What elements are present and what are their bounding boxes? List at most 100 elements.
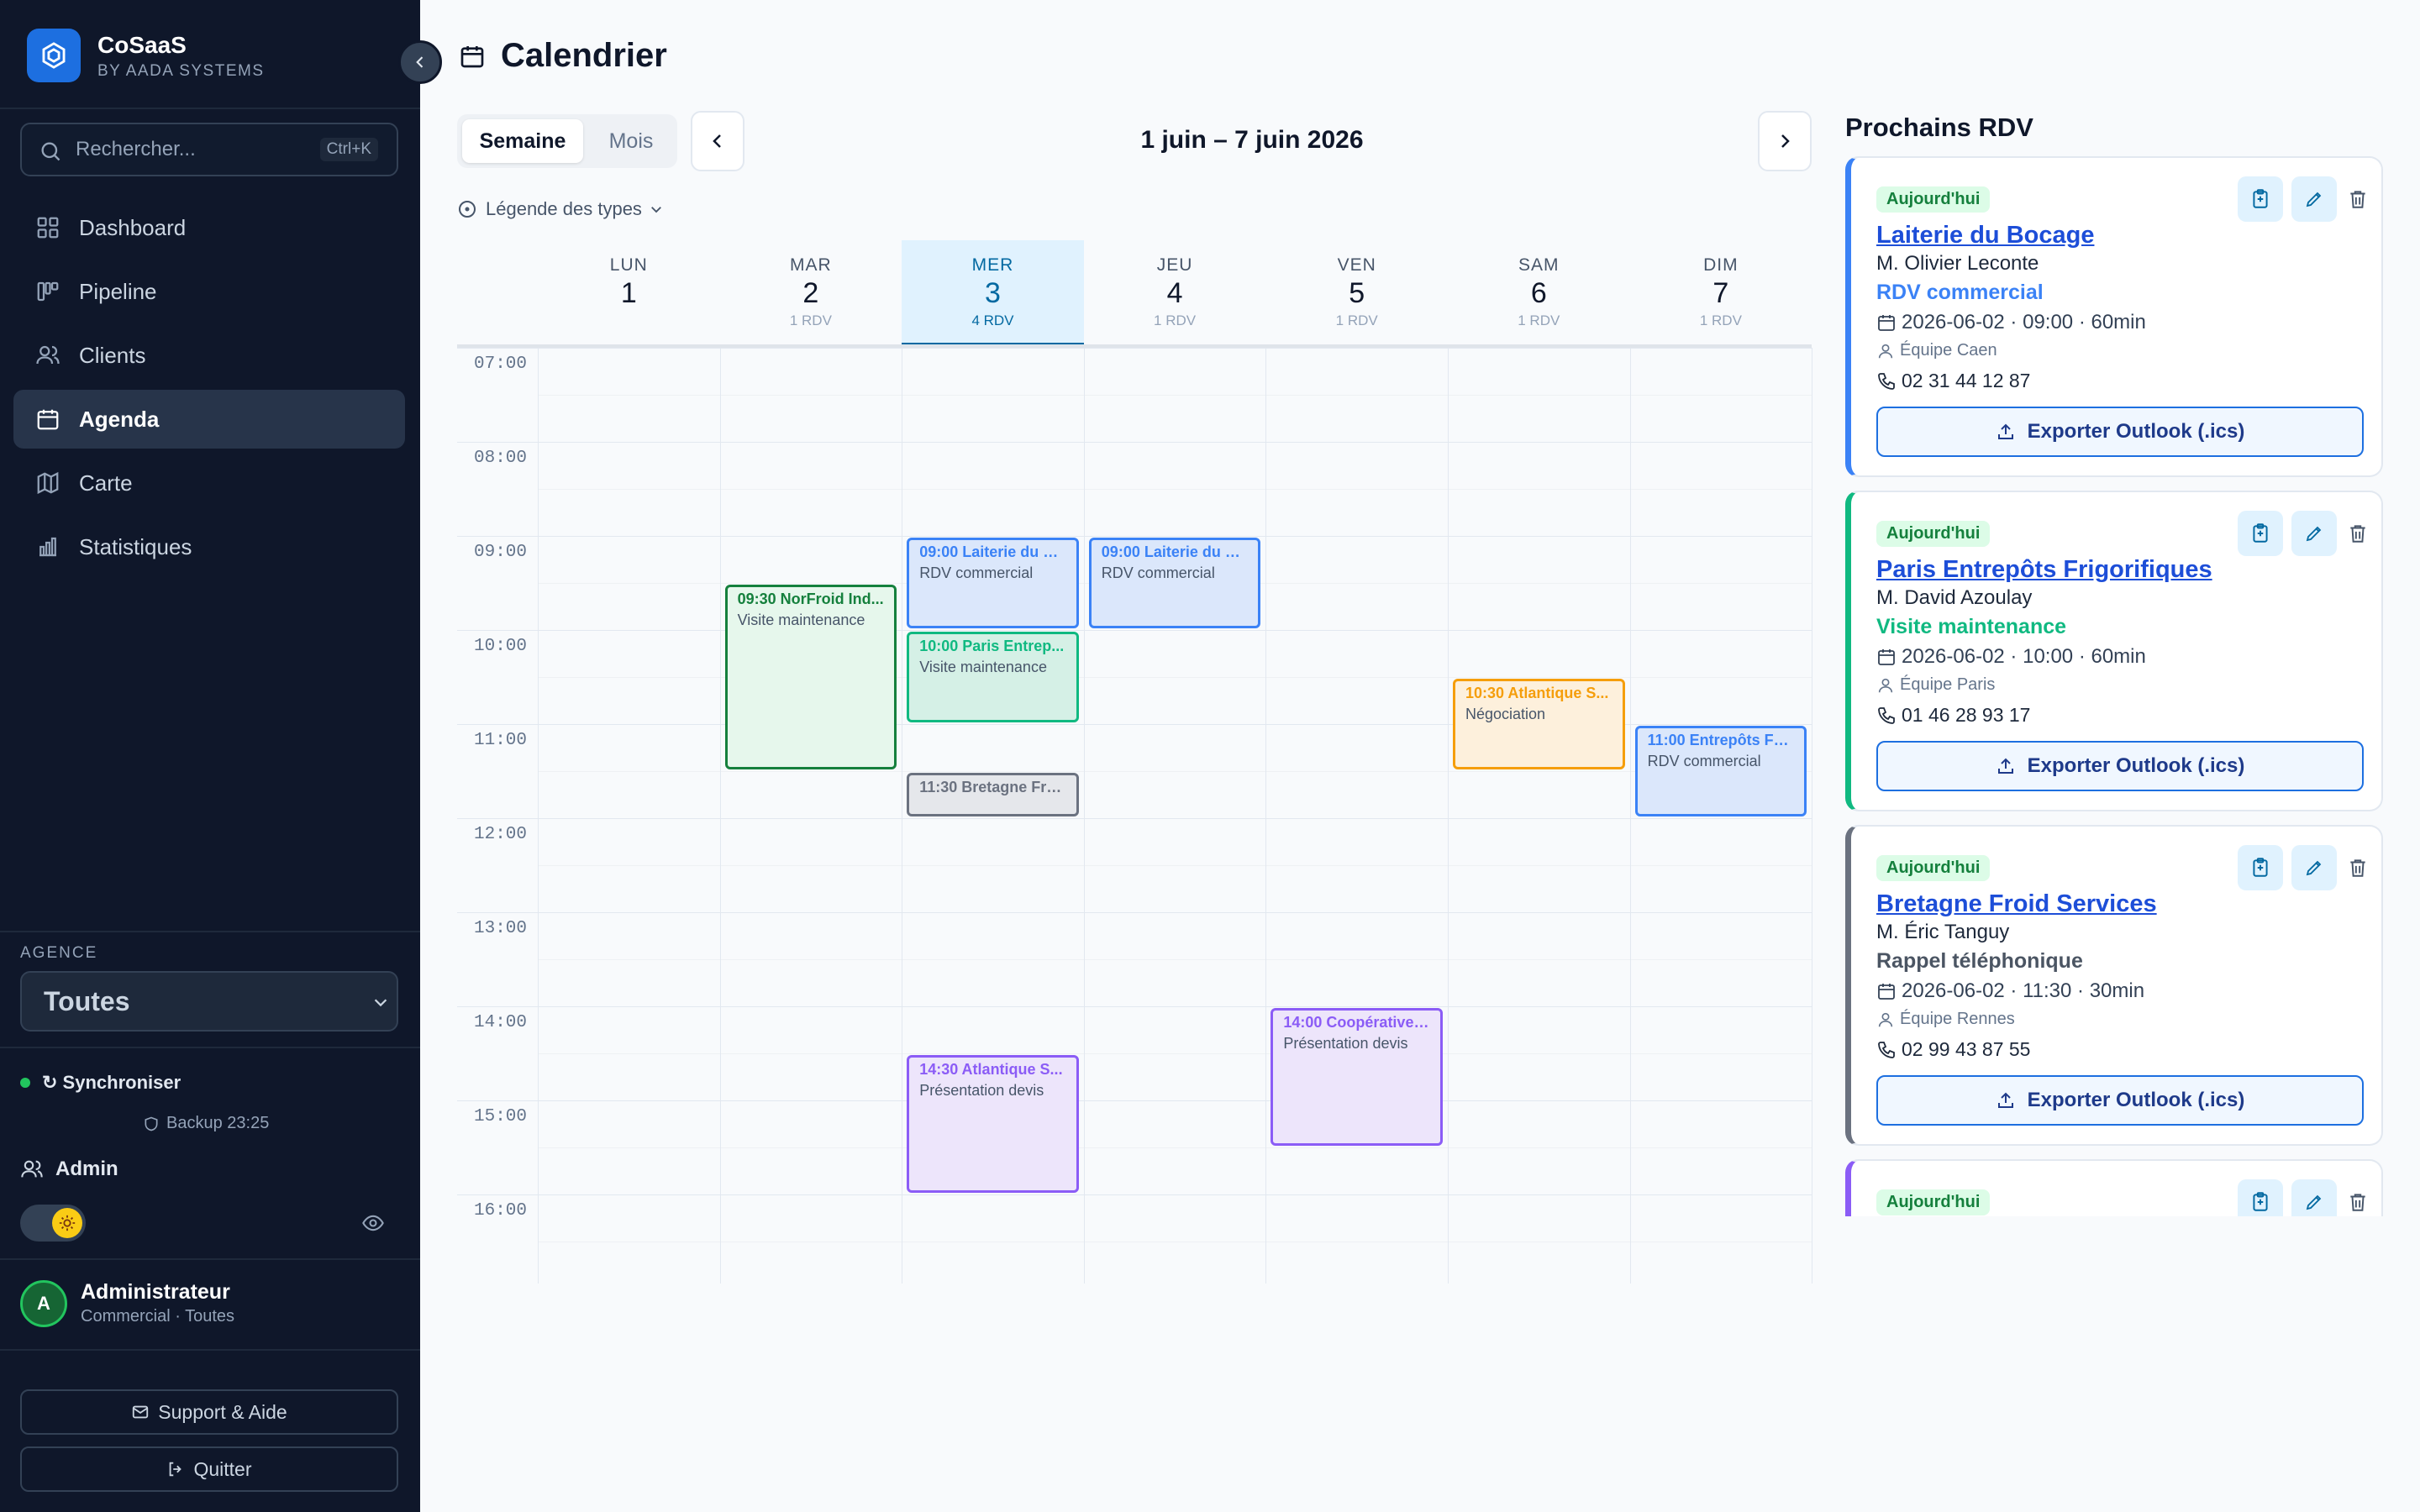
calendar-icon [1878, 984, 1895, 1000]
day-column-line [1629, 348, 1631, 1284]
edit-button[interactable] [2291, 176, 2337, 222]
client-name-link[interactable]: Bretagne Froid Services [1876, 890, 2157, 918]
phone-text: 01 46 28 93 17 [1902, 704, 2031, 726]
copy-button[interactable] [2238, 1179, 2283, 1216]
upload-icon [1997, 1092, 2013, 1108]
client-name-link[interactable]: Paris Entrepôts Frigorifiques [1876, 556, 2212, 584]
brand-subtitle: BY AADA SYSTEMS [97, 62, 265, 80]
legend-toggle[interactable]: Légende des types [457, 198, 664, 220]
calendar-event[interactable]: 10:30 Atlantique S... Négociation [1453, 679, 1625, 769]
day-header[interactable]: DIM 7 1 RDV [1630, 240, 1812, 346]
edit-button[interactable] [2291, 845, 2337, 890]
day-header[interactable]: LUN 1 [538, 240, 720, 346]
day-header[interactable]: VEN 5 1 RDV [1265, 240, 1448, 346]
half-hour-line [538, 959, 1812, 960]
calendar-event[interactable]: 09:30 NorFroid Ind... Visite maintenance [724, 585, 897, 769]
sync-button[interactable]: ↻ Synchroniser [20, 1072, 181, 1094]
mail-icon [133, 1405, 149, 1419]
phone-text: 02 31 44 12 87 [1902, 370, 2031, 391]
eye-icon[interactable] [360, 1211, 387, 1235]
calendar-event[interactable]: 09:00 Laiterie du B... RDV commercial [1088, 538, 1261, 628]
nav-item-pipeline[interactable]: Pipeline [13, 262, 405, 321]
day-count: 4 RDV [971, 312, 1014, 328]
copy-button[interactable] [2238, 511, 2283, 556]
search-box[interactable]: Ctrl+K [20, 123, 398, 176]
hour-label: 13:00 [474, 919, 528, 938]
quit-button[interactable]: Quitter [20, 1446, 398, 1492]
delete-button[interactable] [2345, 187, 2370, 211]
map-icon [37, 471, 59, 495]
chevron-down-icon [651, 207, 661, 213]
hour-label: 12:00 [474, 825, 528, 844]
dashboard-icon [37, 217, 59, 239]
calendar-event[interactable]: 11:30 Bretagne Froi... [907, 773, 1079, 816]
calendar-event[interactable]: 14:30 Atlantique S... Présentation devis [907, 1055, 1079, 1193]
appointment-team: Équipe Rennes [1876, 1010, 2015, 1029]
delete-button[interactable] [2345, 522, 2370, 545]
appointment-card[interactable]: Aujourd'huiExporter Outlook (.ics) [1845, 1159, 2383, 1216]
theme-toggle[interactable] [20, 1205, 86, 1242]
shield-icon [145, 1116, 158, 1131]
copy-button[interactable] [2238, 845, 2283, 890]
day-number: 1 [620, 277, 637, 309]
calendar-icon [460, 45, 484, 67]
search-input[interactable] [76, 124, 286, 175]
chart-icon [39, 537, 56, 557]
date-range: 1 juin – 7 juin 2026 [1140, 126, 1364, 154]
client-name-link[interactable]: Laiterie du Bocage [1876, 222, 2094, 249]
appointment-card[interactable]: Aujourd'hui Bretagne Froid Services M. Éri… [1845, 825, 2383, 1146]
hour-label: 07:00 [474, 354, 528, 374]
collapse-sidebar-button[interactable] [398, 40, 442, 84]
day-name: JEU [1156, 255, 1193, 275]
day-header[interactable]: SAM 6 1 RDV [1448, 240, 1630, 346]
users-icon [21, 1160, 43, 1178]
nav-item-agenda[interactable]: Agenda [13, 390, 405, 449]
view-week-button[interactable]: Semaine [462, 119, 583, 163]
team-text: Équipe Rennes [1900, 1010, 2015, 1028]
sidebar: CoSaaS BY AADA SYSTEMS Ctrl+K Dashboard … [0, 0, 442, 1512]
quit-label: Quitter [193, 1457, 252, 1480]
clipboard-icon [2253, 1192, 2268, 1211]
agence-select[interactable]: Toutes [20, 971, 398, 1032]
day-number: 6 [1530, 277, 1547, 309]
next-week-button[interactable] [1758, 111, 1812, 171]
calendar-event[interactable]: 09:00 Laiterie du B... RDV commercial [907, 538, 1079, 628]
calendar-event[interactable]: 10:00 Paris Entrep... Visite maintenance [907, 632, 1079, 722]
nav-item-dashboard[interactable]: Dashboard [13, 198, 405, 257]
edit-button[interactable] [2291, 1179, 2337, 1216]
export-outlook-button[interactable]: Exporter Outlook (.ics) [1876, 1075, 2364, 1126]
prev-week-button[interactable] [691, 111, 744, 171]
appointment-card[interactable]: Aujourd'hui Paris Entrepôts Frigorifiques… [1845, 491, 2383, 811]
event-title: 09:30 NorFroid Ind... [737, 591, 884, 607]
delete-button[interactable] [2345, 856, 2370, 879]
avatar: A [20, 1280, 67, 1327]
export-outlook-button[interactable]: Exporter Outlook (.ics) [1876, 407, 2364, 457]
nav-item-statistiques[interactable]: Statistiques [13, 517, 405, 576]
nav-item-clients[interactable]: Clients [13, 326, 405, 385]
day-header[interactable]: MAR 2 1 RDV [720, 240, 902, 346]
appointment-phone: 02 31 44 12 87 [1876, 370, 2030, 392]
support-button[interactable]: Support & Aide [20, 1389, 398, 1435]
delete-button[interactable] [2345, 1190, 2370, 1214]
calendar-event[interactable]: 14:00 Coopérative ... Présentation devis [1270, 1008, 1443, 1146]
status-badge: Aujourd'hui [1876, 1189, 1991, 1215]
logout-icon [170, 1462, 182, 1477]
nav-item-carte[interactable]: Carte [13, 454, 405, 512]
copy-button[interactable] [2238, 176, 2283, 222]
pencil-icon [2306, 1194, 2322, 1210]
nav-item-label: Dashboard [79, 214, 187, 240]
team-text: Équipe Caen [1900, 341, 1997, 360]
day-header[interactable]: MER 3 4 RDV [902, 240, 1084, 346]
day-header[interactable]: JEU 4 1 RDV [1084, 240, 1266, 346]
view-month-button[interactable]: Mois [590, 119, 672, 163]
appointment-card[interactable]: Aujourd'hui Laiterie du Bocage M. Olivier … [1845, 156, 2383, 477]
divider [0, 1258, 420, 1260]
event-type: RDV commercial [1101, 564, 1215, 581]
event-type: Négociation [1465, 706, 1546, 722]
search-shortcut: Ctrl+K [319, 138, 378, 161]
trash-icon [2350, 191, 2365, 208]
calendar-event[interactable]: 11:00 Entrepôts Fri... RDV commercial [1634, 726, 1807, 816]
export-outlook-button[interactable]: Exporter Outlook (.ics) [1876, 741, 2364, 791]
clipboard-icon [2253, 858, 2268, 877]
edit-button[interactable] [2291, 511, 2337, 556]
